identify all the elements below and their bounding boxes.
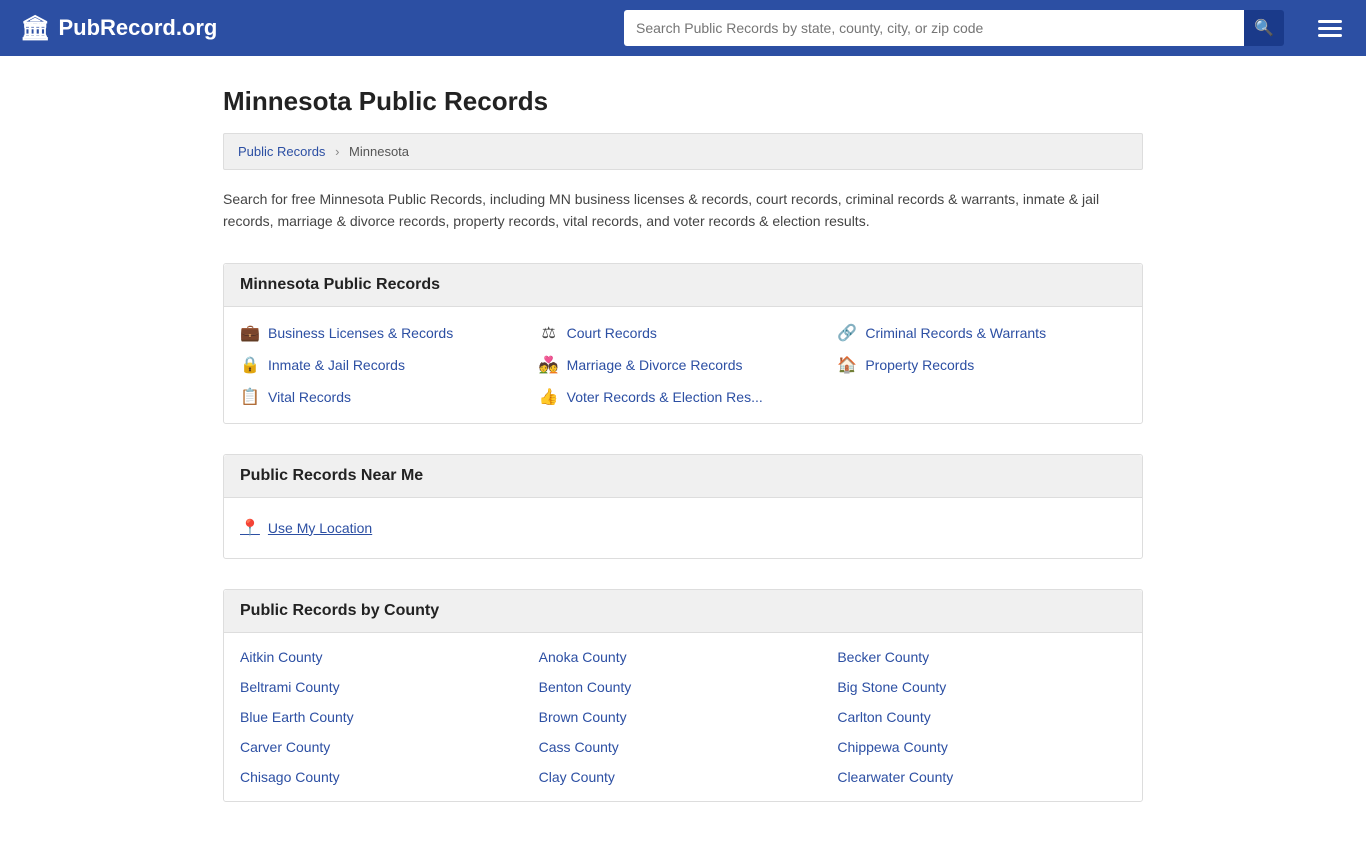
record-label-0: Business Licenses & Records bbox=[268, 325, 453, 341]
county-item-5[interactable]: Big Stone County bbox=[837, 679, 1126, 695]
county-section: Public Records by County Aitkin County An… bbox=[223, 589, 1143, 802]
record-icon-5: 🏠 bbox=[837, 355, 857, 375]
record-label-4: Marriage & Divorce Records bbox=[567, 357, 743, 373]
logo-link[interactable]: 🏛 PubRecord.org bbox=[20, 14, 217, 43]
record-label-2: Criminal Records & Warrants bbox=[865, 325, 1046, 341]
county-item-11[interactable]: Chippewa County bbox=[837, 739, 1126, 755]
county-item-8[interactable]: Carlton County bbox=[837, 709, 1126, 725]
county-item-10[interactable]: Cass County bbox=[539, 739, 828, 755]
county-item-14[interactable]: Clearwater County bbox=[837, 769, 1126, 785]
county-grid: Aitkin County Anoka County Becker County Be… bbox=[240, 649, 1126, 785]
county-item-7[interactable]: Brown County bbox=[539, 709, 828, 725]
search-area: 🔍 bbox=[624, 10, 1284, 46]
record-item-7[interactable]: 👍 Voter Records & Election Res... bbox=[539, 387, 828, 407]
record-icon-6: 📋 bbox=[240, 387, 260, 407]
record-label-6: Vital Records bbox=[268, 389, 351, 405]
search-input[interactable] bbox=[624, 10, 1244, 46]
records-section-body: 💼 Business Licenses & Records ⚖ Court Recor… bbox=[224, 307, 1142, 423]
record-icon-4: 💑 bbox=[539, 355, 559, 375]
menu-button[interactable] bbox=[1314, 16, 1346, 41]
record-item-6[interactable]: 📋 Vital Records bbox=[240, 387, 529, 407]
county-item-9[interactable]: Carver County bbox=[240, 739, 529, 755]
page-description: Search for free Minnesota Public Records… bbox=[223, 188, 1143, 233]
record-item-4[interactable]: 💑 Marriage & Divorce Records bbox=[539, 355, 828, 375]
record-item-1[interactable]: ⚖ Court Records bbox=[539, 323, 828, 343]
pin-icon: 📍 bbox=[240, 518, 260, 538]
hamburger-line bbox=[1318, 20, 1342, 23]
search-button[interactable]: 🔍 bbox=[1244, 10, 1284, 46]
record-item-0[interactable]: 💼 Business Licenses & Records bbox=[240, 323, 529, 343]
record-icon-2: 🔗 bbox=[837, 323, 857, 343]
records-section: Minnesota Public Records 💼 Business Licen… bbox=[223, 263, 1143, 424]
breadcrumb-separator: › bbox=[335, 144, 339, 159]
main-content: Minnesota Public Records Public Records … bbox=[203, 56, 1163, 862]
use-my-location-link[interactable]: 📍 Use My Location bbox=[240, 514, 1126, 542]
near-me-section: Public Records Near Me 📍 Use My Location bbox=[223, 454, 1143, 559]
county-item-12[interactable]: Chisago County bbox=[240, 769, 529, 785]
record-label-3: Inmate & Jail Records bbox=[268, 357, 405, 373]
record-icon-3: 🔒 bbox=[240, 355, 260, 375]
county-item-2[interactable]: Becker County bbox=[837, 649, 1126, 665]
records-grid: 💼 Business Licenses & Records ⚖ Court Recor… bbox=[240, 323, 1126, 407]
near-me-heading: Public Records Near Me bbox=[224, 455, 1142, 498]
page-title: Minnesota Public Records bbox=[223, 86, 1143, 117]
record-label-5: Property Records bbox=[865, 357, 974, 373]
records-section-heading: Minnesota Public Records bbox=[224, 264, 1142, 307]
county-section-body: Aitkin County Anoka County Becker County Be… bbox=[224, 633, 1142, 801]
record-item-3[interactable]: 🔒 Inmate & Jail Records bbox=[240, 355, 529, 375]
hamburger-line bbox=[1318, 27, 1342, 30]
logo-text: PubRecord.org bbox=[58, 15, 217, 41]
record-icon-0: 💼 bbox=[240, 323, 260, 343]
county-item-3[interactable]: Beltrami County bbox=[240, 679, 529, 695]
record-item-5[interactable]: 🏠 Property Records bbox=[837, 355, 1126, 375]
search-icon: 🔍 bbox=[1254, 18, 1274, 38]
record-label-1: Court Records bbox=[567, 325, 657, 341]
logo-icon: 🏛 bbox=[20, 14, 50, 43]
site-header: 🏛 PubRecord.org 🔍 bbox=[0, 0, 1366, 56]
record-label-7: Voter Records & Election Res... bbox=[567, 389, 763, 405]
near-me-body: 📍 Use My Location bbox=[224, 498, 1142, 558]
county-item-0[interactable]: Aitkin County bbox=[240, 649, 529, 665]
county-item-4[interactable]: Benton County bbox=[539, 679, 828, 695]
near-me-label: Use My Location bbox=[268, 520, 372, 536]
breadcrumb-parent-link[interactable]: Public Records bbox=[238, 144, 325, 159]
record-item-2[interactable]: 🔗 Criminal Records & Warrants bbox=[837, 323, 1126, 343]
county-item-6[interactable]: Blue Earth County bbox=[240, 709, 529, 725]
record-icon-1: ⚖ bbox=[539, 323, 559, 343]
breadcrumb-current: Minnesota bbox=[349, 144, 409, 159]
hamburger-line bbox=[1318, 34, 1342, 37]
breadcrumb: Public Records › Minnesota bbox=[223, 133, 1143, 170]
county-section-heading: Public Records by County bbox=[224, 590, 1142, 633]
county-item-1[interactable]: Anoka County bbox=[539, 649, 828, 665]
record-icon-7: 👍 bbox=[539, 387, 559, 407]
county-item-13[interactable]: Clay County bbox=[539, 769, 828, 785]
